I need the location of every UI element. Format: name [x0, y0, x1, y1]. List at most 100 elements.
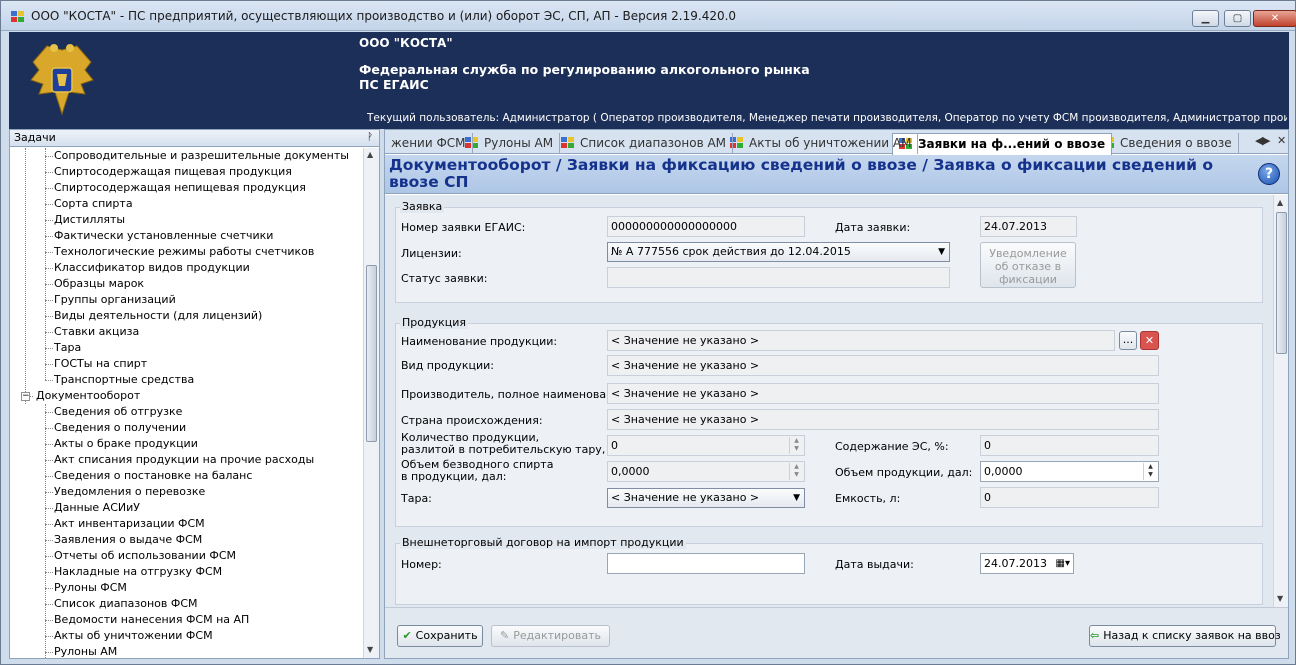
help-icon[interactable]: ? [1258, 163, 1280, 185]
tree-item[interactable]: Накладные на отгрузку ФСМ [10, 564, 364, 580]
capacity-field: 0 [980, 487, 1159, 508]
form-scroll-thumb[interactable] [1276, 212, 1287, 354]
minimize-button[interactable]: ▁ [1192, 10, 1219, 27]
close-window-button[interactable]: ✕ [1253, 10, 1296, 27]
tree-item[interactable]: Образцы марок [10, 276, 364, 292]
quantity-spinner: ▲ ▼ [789, 437, 803, 454]
tree-item[interactable]: Сведения о постановке на баланс [10, 468, 364, 484]
tree-item[interactable]: Акты об уничтожении ФСМ [10, 628, 364, 644]
back-arrow-icon: ⇦ [1090, 629, 1100, 642]
anhydrous-label-line2: в продукции, дал: [401, 470, 507, 483]
tab-label: Список диапазонов АМ [580, 136, 727, 150]
scroll-up-icon[interactable]: ▲ [367, 150, 373, 159]
tree-item[interactable]: Ведомости нанесения ФСМ на АП [10, 612, 364, 628]
tree-item-label: Транспортные средства [54, 373, 195, 386]
tree-group-documents[interactable]: − Документооборот [10, 388, 364, 404]
tree-item[interactable]: Ставки акциза [10, 324, 364, 340]
tree-item[interactable]: Дистилляты [10, 212, 364, 228]
container-value: < Значение не указано > [611, 491, 760, 504]
tree-item[interactable]: Заявления о выдаче ФСМ [10, 532, 364, 548]
tab-close-icon[interactable]: ✕ [1277, 134, 1286, 147]
app-icon [11, 11, 25, 22]
product-name-label: Наименование продукции: [401, 335, 558, 348]
save-button[interactable]: ✔ Сохранить [397, 625, 483, 647]
tree-item[interactable]: Список диапазонов ФСМ [10, 596, 364, 612]
tree-item[interactable]: Тара [10, 340, 364, 356]
tasks-panel-title: Задачи [14, 131, 56, 144]
edit-button[interactable]: ✎ Редактировать [491, 625, 610, 647]
tree-item[interactable]: Спиртосодержащая непищевая продукция [10, 180, 364, 196]
app-header: ООО "КОСТА" Федеральная служба по регули… [9, 32, 1289, 129]
tree-item[interactable]: Фактически установленные счетчики [10, 228, 364, 244]
volume-field[interactable]: 0,0000 ▲ ▼ [980, 461, 1159, 482]
tab-4[interactable]: Заявки на ф...ений о ввозе [892, 133, 1113, 155]
country-field: < Значение не указано > [607, 409, 1159, 430]
contract-group [395, 543, 1263, 605]
tree-item-label: ГОСТы на спирт [54, 357, 148, 370]
tree-item[interactable]: ГОСТы на спирт [10, 356, 364, 372]
tree-item[interactable]: Виды деятельности (для лицензий) [10, 308, 364, 324]
main-panel: Сведения о ввозе Заявки на ф...ений о вво… [384, 129, 1289, 659]
issue-date-picker[interactable]: 24.07.2013 ▦▾ [980, 553, 1074, 574]
contract-number-input[interactable] [607, 553, 805, 574]
scroll-down-icon[interactable]: ▼ [367, 645, 373, 654]
tab-scroll-right-icon[interactable]: ▶ [1262, 134, 1270, 147]
tree-item-label: Рулоны ФСМ [54, 581, 127, 594]
tree-item[interactable]: Классификатор видов продукции [10, 260, 364, 276]
request-number-label: Номер заявки ЕГАИС: [401, 221, 526, 234]
status-label: Статус заявки: [401, 272, 488, 285]
refusal-notice-button[interactable]: Уведомление об отказе в фиксации [980, 242, 1076, 288]
volume-spinner[interactable]: ▲ ▼ [1143, 463, 1157, 480]
form-scrollbar[interactable]: ▲ ▼ [1273, 195, 1288, 607]
tab-2[interactable]: Список диапазонов АМ [555, 133, 734, 154]
tree-item[interactable]: Акт инвентаризации ФСМ [10, 516, 364, 532]
tree-item[interactable]: Технологические режимы работы счетчиков [10, 244, 364, 260]
tree-item[interactable]: Транспортные средства [10, 372, 364, 388]
tab-0[interactable]: жении ФСМ [385, 133, 473, 154]
window-title: ООО "КОСТА" - ПС предприятий, осуществля… [31, 9, 737, 23]
tasks-scroll-thumb[interactable] [366, 265, 377, 442]
tree-item[interactable]: Данные АСИиУ [10, 500, 364, 516]
tab-3[interactable]: Акты об уничтожении АМ [724, 133, 919, 154]
tree-item[interactable]: Сорта спирта [10, 196, 364, 212]
back-label: Назад к списку заявок на ввоз [1103, 629, 1281, 642]
tree-item[interactable]: Акт списания продукции на прочие расходы [10, 452, 364, 468]
contract-number-label: Номер: [401, 558, 442, 571]
collapse-icon[interactable]: − [21, 392, 30, 401]
container-select[interactable]: < Значение не указано > ▼ [607, 488, 805, 508]
tree-item[interactable]: Сведения об отгрузке [10, 404, 364, 420]
clear-icon[interactable]: ✕ [1140, 331, 1159, 350]
tree-item[interactable]: Сведения о получении [10, 420, 364, 436]
tree-item[interactable]: Группы организаций [10, 292, 364, 308]
tree-item-label: Образцы марок [54, 277, 145, 290]
pin-icon[interactable]: ᚹ [367, 130, 373, 146]
tree-item[interactable]: Сопроводительные и разрешительные докуме… [10, 148, 364, 164]
quantity-field: 0 ▲ ▼ [607, 435, 805, 456]
tree-item[interactable]: Уведомления о перевозке [10, 484, 364, 500]
request-number-field: 000000000000000000 [607, 216, 805, 237]
scroll-up-icon[interactable]: ▲ [1277, 198, 1283, 207]
tree-item[interactable]: Акты о браке продукции [10, 436, 364, 452]
licenses-select[interactable]: № А 777556 срок действия до 12.04.2015 ▼ [607, 242, 950, 262]
scroll-down-icon[interactable]: ▼ [1277, 594, 1283, 603]
tab-5[interactable]: Сведения о ввозе [1095, 133, 1239, 154]
tree-item-label: Данные АСИиУ [54, 501, 140, 514]
tab-1[interactable]: Рулоны АМ [459, 133, 561, 154]
service-line-1: Федеральная служба по регулированию алко… [359, 62, 810, 77]
tasks-panel: Задачи ᚹ Сопроводительные и разрешительн… [9, 129, 380, 659]
tree-item[interactable]: Отчеты об использовании ФСМ [10, 548, 364, 564]
browse-button[interactable]: ... [1119, 331, 1137, 350]
maximize-button[interactable]: ▢ [1224, 10, 1251, 27]
tree-item-label: Сведения о получении [54, 421, 187, 434]
tasks-scrollbar[interactable]: ▲ ▼ [363, 148, 379, 658]
tree-item[interactable]: Спиртосодержащая пищевая продукция [10, 164, 364, 180]
tree-item[interactable]: Рулоны АМ [10, 644, 364, 658]
container-label: Тара: [401, 492, 432, 505]
tree-item[interactable]: Рулоны ФСМ [10, 580, 364, 596]
back-to-list-button[interactable]: ⇦ Назад к списку заявок на ввоз [1089, 625, 1281, 647]
quantity-label: Количество продукции, разлитой в потребит… [401, 432, 629, 456]
calendar-icon[interactable]: ▦▾ [1056, 554, 1070, 573]
tree-item-label: Тара [54, 341, 82, 354]
tree-item-label: Акты о браке продукции [54, 437, 198, 450]
app-window: ООО "КОСТА" - ПС предприятий, осуществля… [0, 0, 1296, 665]
